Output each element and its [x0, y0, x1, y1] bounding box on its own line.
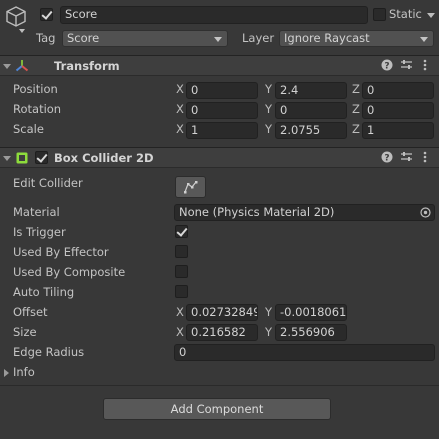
rotation-y-axis: Y [265, 102, 273, 116]
tag-dropdown[interactable]: Score [62, 30, 228, 47]
preset-icon[interactable] [400, 59, 413, 74]
rotation-x-axis: X [176, 102, 184, 116]
box-collider-header[interactable]: Box Collider 2D ? [0, 147, 439, 168]
edge-radius-label: Edge Radius [13, 345, 85, 359]
static-label: Static [389, 7, 422, 21]
rotation-z-axis: Z [352, 102, 360, 116]
collider-icon [16, 152, 28, 164]
gameobject-cube-icon [4, 4, 28, 30]
offset-x-axis: X [176, 305, 184, 319]
svg-text:?: ? [384, 154, 389, 164]
size-y-axis: Y [265, 325, 273, 339]
position-y-axis: Y [265, 82, 273, 96]
used-by-composite-label: Used By Composite [13, 265, 126, 279]
info-label[interactable]: Info [13, 365, 35, 380]
scale-y-field[interactable]: 2.0755 [275, 122, 347, 139]
size-label: Size [13, 325, 37, 339]
transform-title: Transform [54, 59, 120, 73]
icon-dropdown-caret[interactable] [19, 29, 25, 33]
active-checkbox[interactable] [40, 8, 53, 21]
rotation-y-field[interactable]: 0 [275, 102, 347, 119]
position-y-field[interactable]: 2.4 [275, 82, 347, 99]
scale-x-field[interactable]: 1 [186, 122, 258, 139]
material-label: Material [13, 205, 60, 219]
tag-label: Tag [36, 31, 56, 45]
chevron-down-icon [420, 37, 428, 42]
svg-text:?: ? [384, 62, 389, 72]
is-trigger-label: Is Trigger [13, 225, 66, 239]
edit-collider-label: Edit Collider [13, 176, 83, 190]
preset-icon[interactable] [400, 151, 413, 166]
scale-label: Scale [13, 122, 44, 136]
more-icon[interactable] [423, 59, 427, 74]
scale-z-field[interactable]: 1 [362, 122, 434, 139]
components-divider [0, 385, 439, 386]
auto-tiling-checkbox[interactable] [175, 285, 188, 298]
position-z-field[interactable]: 0 [362, 82, 434, 99]
offset-x-field[interactable]: 0.02732849 [186, 304, 258, 321]
rotation-z-field[interactable]: 0 [362, 102, 434, 119]
auto-tiling-label: Auto Tiling [13, 285, 75, 299]
info-foldout-arrow[interactable] [4, 369, 9, 377]
offset-y-field[interactable]: -0.0018061 [275, 304, 347, 321]
material-value: None (Physics Material 2D) [179, 205, 335, 219]
used-by-composite-checkbox[interactable] [175, 265, 188, 278]
help-icon[interactable]: ? [381, 59, 393, 74]
layer-dropdown[interactable]: Ignore Raycast [279, 30, 434, 47]
rotation-x-field[interactable]: 0 [186, 102, 258, 119]
edit-collider-icon [183, 181, 197, 194]
box-collider-title: Box Collider 2D [54, 151, 154, 165]
layer-label: Layer [242, 31, 275, 45]
box-collider-enabled-checkbox[interactable] [35, 151, 48, 164]
scale-y-axis: Y [265, 122, 273, 136]
rotation-label: Rotation [13, 102, 62, 116]
help-icon[interactable]: ? [381, 151, 393, 166]
position-x-field[interactable]: 0 [186, 82, 258, 99]
size-x-axis: X [176, 325, 184, 339]
position-x-axis: X [176, 82, 184, 96]
scale-x-axis: X [176, 122, 184, 136]
transform-icon [15, 59, 29, 73]
size-y-field[interactable]: 2.556906 [275, 324, 347, 341]
object-picker-icon[interactable] [420, 207, 431, 220]
more-icon[interactable] [423, 151, 427, 166]
scale-z-axis: Z [352, 122, 360, 136]
layer-value: Ignore Raycast [284, 31, 370, 45]
offset-y-axis: Y [265, 305, 273, 319]
offset-label: Offset [13, 305, 48, 319]
static-dropdown-caret[interactable] [427, 13, 435, 18]
is-trigger-checkbox[interactable] [175, 225, 188, 238]
material-field[interactable]: None (Physics Material 2D) [174, 204, 435, 221]
position-label: Position [13, 82, 58, 96]
edge-radius-field[interactable]: 0 [174, 344, 435, 361]
used-by-effector-label: Used By Effector [13, 245, 109, 259]
used-by-effector-checkbox[interactable] [175, 245, 188, 258]
tag-value: Score [67, 31, 100, 45]
add-component-button[interactable]: Add Component [103, 398, 331, 420]
position-z-axis: Z [352, 82, 360, 96]
name-field[interactable]: Score [60, 6, 368, 24]
box-collider-foldout-arrow[interactable] [3, 156, 11, 161]
size-x-field[interactable]: 0.216582 [186, 324, 258, 341]
transform-foldout-arrow[interactable] [3, 64, 11, 69]
edit-collider-button[interactable] [175, 176, 206, 198]
chevron-down-icon [214, 37, 222, 42]
static-checkbox[interactable] [373, 8, 386, 21]
transform-header[interactable]: Transform ? [0, 55, 439, 76]
